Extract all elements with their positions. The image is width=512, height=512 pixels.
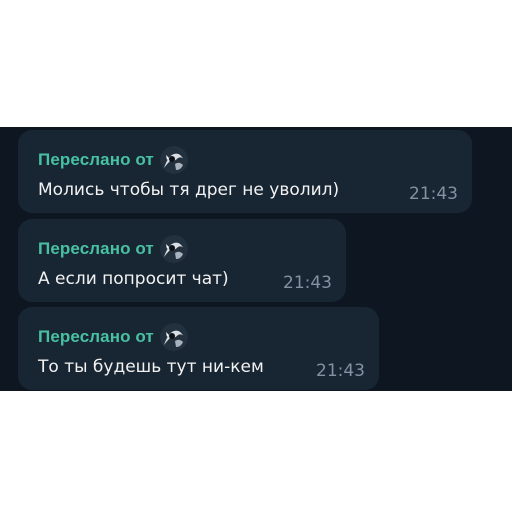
forwarded-header[interactable]: Переслано от [38,146,188,174]
message-bubble[interactable]: Переслано от То ты будешь тут ни-кем 21:… [18,307,379,390]
forwarded-from-label[interactable]: Переслано от [38,150,154,170]
message-bubble[interactable]: Переслано от А если попросит чат) 21:43 [18,219,346,302]
forwarded-sender-avatar-icon[interactable] [159,146,188,174]
forwarded-header[interactable]: Переслано от [38,235,188,263]
message-bubble[interactable]: Переслано от Молись чтобы тя дрег не уво… [18,130,472,213]
forwarded-header[interactable]: Переслано от [38,323,188,351]
forwarded-from-label[interactable]: Переслано от [38,239,154,259]
message-time: 21:43 [283,273,332,293]
message-text: Молись чтобы тя дрег не уволил) [38,180,340,200]
message-text: То ты будешь тут ни-кем [38,357,264,377]
forwarded-from-label[interactable]: Переслано от [38,327,154,347]
forwarded-sender-avatar-icon[interactable] [159,323,188,351]
message-time: 21:43 [316,361,365,381]
forwarded-sender-avatar-icon[interactable] [159,235,188,263]
message-text: А если попросит чат) [38,269,229,289]
chat-panel: Переслано от Молись чтобы тя дрег не уво… [0,127,512,391]
message-time: 21:43 [409,184,458,204]
